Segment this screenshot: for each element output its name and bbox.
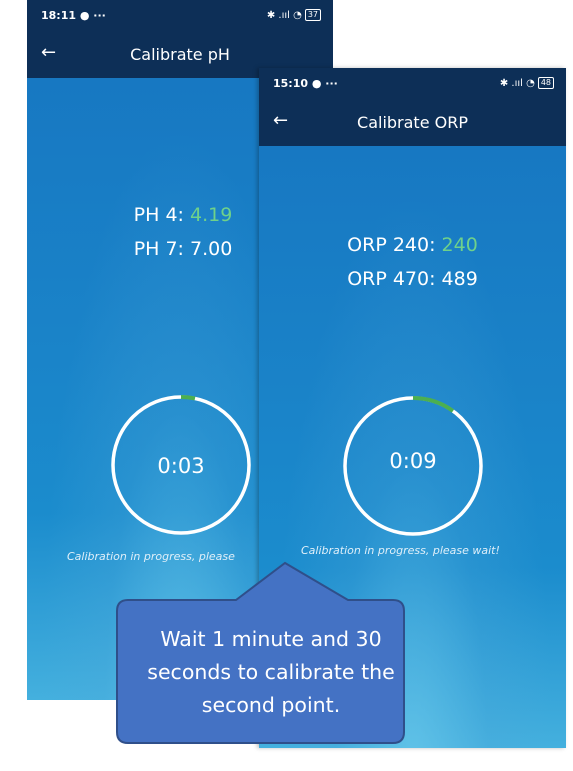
notification-icons: ● ··· [79,9,106,22]
app-bar: ← Calibrate ORP [259,100,566,146]
callout-text: Wait 1 minute and 30 seconds to calibrat… [137,623,405,722]
status-icons: ✱ .ııl ◔ 48 [500,77,554,89]
callout-line-2: seconds to calibrate the [147,660,395,684]
orp240-reading: ORP 240: 240 [259,234,566,256]
orp240-label: ORP 240: [347,234,436,256]
countdown-timer: 0:09 [389,449,437,473]
status-bar: 18:11 ● ··· ✱ .ııl ◔ 37 [27,0,333,32]
notification-icons: ● ··· [311,77,338,90]
battery-icon: 48 [537,77,554,89]
calibration-status-message: Calibration in progress, please [67,550,235,563]
status-time-text: 18:11 [41,9,77,22]
page-title: Calibrate pH [130,45,230,64]
status-icons: ✱ .ııl ◔ 37 [267,9,321,21]
status-time: 15:10 ● ··· [273,77,338,90]
signal-wifi-icon: ✱ .ııl ◔ [266,9,302,21]
status-time: 18:11 ● ··· [41,9,106,22]
countdown-timer: 0:03 [157,454,205,478]
orp240-value: 240 [441,234,478,256]
calibration-status-message: Calibration in progress, please wait! [301,544,500,557]
callout-line-3: second point. [201,693,341,717]
signal-wifi-icon: ✱ .ııl ◔ [499,77,535,89]
callout-line-1: Wait 1 minute and 30 [160,627,382,651]
ph4-value: 4.19 [190,204,233,226]
battery-icon: 37 [304,9,321,21]
ph4-label: PH 4: [133,204,184,226]
status-time-text: 15:10 [273,77,309,90]
status-bar: 15:10 ● ··· ✱ .ııl ◔ 48 [259,68,566,100]
orp470-reading: ORP 470: 489 [347,268,478,290]
page-title: Calibrate ORP [357,113,468,132]
